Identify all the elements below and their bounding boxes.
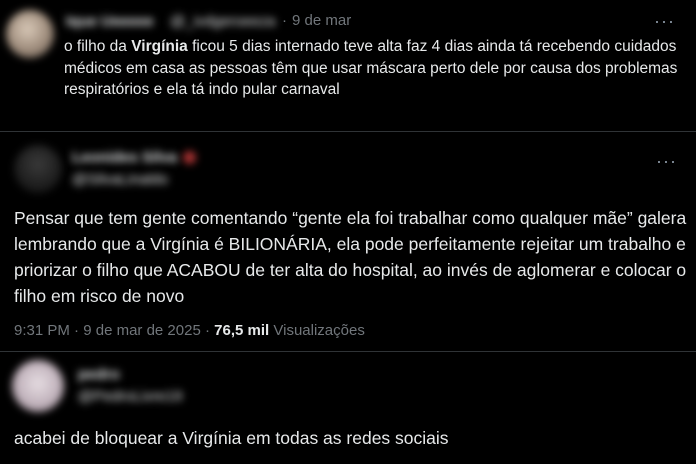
author-handle[interactable]: @PedroLivre19 — [78, 388, 182, 405]
divider — [0, 131, 696, 132]
author-name[interactable]: Leonides Silva — [72, 149, 177, 166]
tweet-date[interactable]: 9 de mar — [292, 12, 351, 29]
author-handle[interactable]: @SilvaLinaldo — [72, 171, 168, 188]
tweet-time[interactable]: 9:31 PM — [14, 322, 70, 339]
author-handle[interactable]: @_ivdgeroeeza — [170, 13, 275, 30]
divider — [0, 351, 696, 352]
avatar[interactable] — [6, 10, 54, 58]
views-label: Visualizações — [273, 322, 365, 339]
tweet-text-bold: Virgínia — [131, 38, 188, 55]
views-count[interactable]: 76,5 mil — [214, 322, 269, 339]
badge-icon — [183, 151, 196, 164]
separator-dot: · — [74, 322, 80, 339]
separator-dot: · — [282, 12, 287, 29]
author-name[interactable]: pedro — [78, 366, 120, 383]
avatar[interactable] — [14, 145, 62, 193]
author-name[interactable]: Ique Ueeeee — [66, 13, 154, 30]
more-horizontal-icon[interactable]: ··· — [656, 152, 677, 170]
avatar[interactable] — [12, 360, 64, 412]
more-horizontal-icon[interactable]: ··· — [654, 12, 675, 30]
tweet-meta: 9:31 PM · 9 de mar de 2025 · 76,5 mil Vi… — [14, 322, 365, 339]
tweet-date[interactable]: 9 de mar de 2025 — [83, 322, 201, 339]
tweet-text-part: o filho da — [64, 38, 132, 55]
tweet-text: acabei de bloquear a Virgínia em todas a… — [14, 428, 449, 448]
separator-dot: · — [204, 322, 210, 339]
tweet-text: Pensar que tem gente comentando “gente e… — [14, 208, 687, 306]
tweet-text: o filho da Virgínia ficou 5 dias interna… — [64, 36, 684, 101]
